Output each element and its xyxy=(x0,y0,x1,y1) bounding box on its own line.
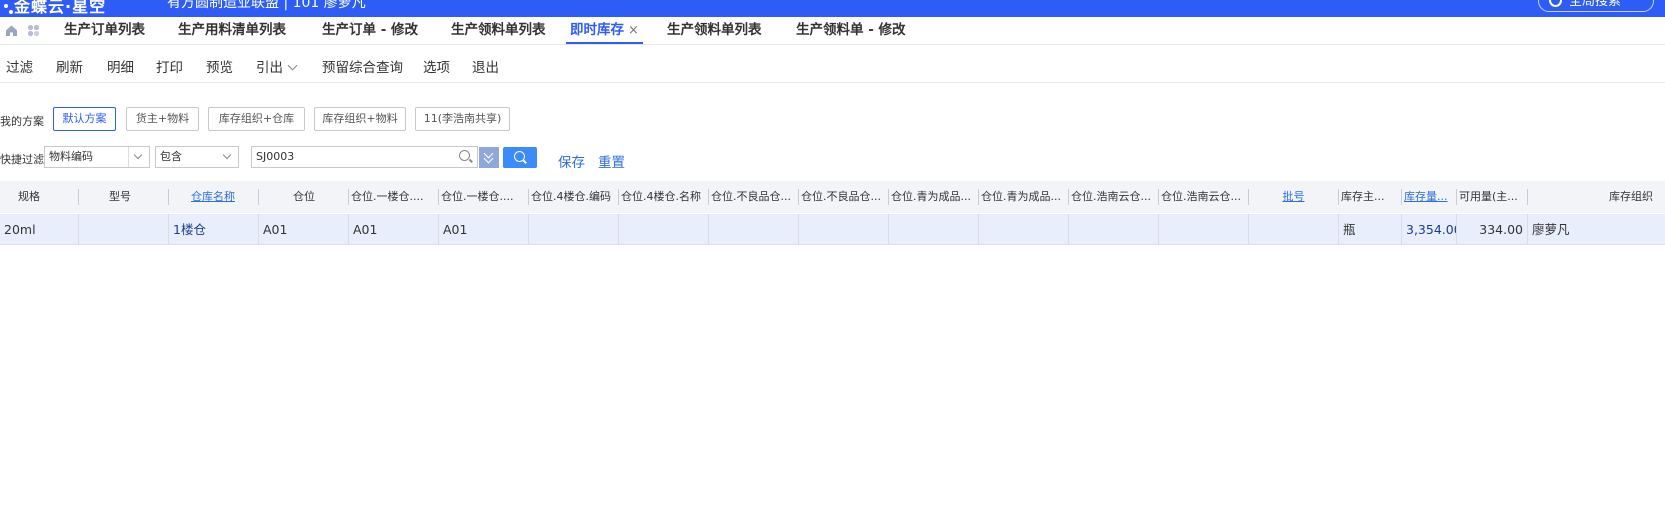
cell-location-1f-name: A01 xyxy=(443,222,468,237)
column-header[interactable]: 仓位.不良品仓... xyxy=(799,181,888,213)
column-header[interactable]: 仓位.不良品仓... xyxy=(709,181,798,213)
expand-icon[interactable] xyxy=(479,147,499,168)
cell-available-qty: 334.00 xyxy=(1479,222,1523,237)
filter-operator-select[interactable]: 包含 xyxy=(155,146,239,168)
options-button[interactable]: 选项 xyxy=(423,56,450,76)
chevron-down-icon xyxy=(287,60,298,71)
cell-spec: 20ml xyxy=(4,222,36,237)
refresh-button[interactable]: 刷新 xyxy=(56,56,83,76)
cell-location-1f-code: A01 xyxy=(353,222,378,237)
column-header[interactable]: 仓库名称 xyxy=(170,181,256,213)
scheme-org-warehouse[interactable]: 库存组织+仓库 xyxy=(208,107,305,131)
quick-filter-label: 快捷过滤 xyxy=(0,153,44,166)
tab-production-bom-list[interactable]: 生产用料清单列表 xyxy=(178,17,286,44)
save-button[interactable]: 保存 xyxy=(558,151,585,171)
column-header[interactable]: 仓位 xyxy=(260,181,348,213)
column-header[interactable]: 仓位.一楼仓.... xyxy=(349,181,438,213)
column-header[interactable]: 库存组织 xyxy=(1580,181,1655,213)
cell-location: A01 xyxy=(263,222,288,237)
top-brand-bar: 金蝶云·星空 有方圆制造业联盟 | 101 廖萝凡 全局搜索 xyxy=(0,0,1665,17)
cell-warehouse: 1楼仓 xyxy=(173,222,206,237)
preview-button[interactable]: 预览 xyxy=(206,56,233,76)
column-header[interactable]: 仓位.一楼仓.... xyxy=(439,181,528,213)
column-header[interactable]: 库存量... xyxy=(1402,181,1456,213)
filter-value-input[interactable]: SJ0003 xyxy=(251,146,478,168)
scheme-default[interactable]: 默认方案 xyxy=(53,107,116,131)
chevron-down-icon xyxy=(218,147,238,167)
filter-button[interactable]: 过滤 xyxy=(6,56,33,76)
close-icon[interactable]: × xyxy=(628,23,639,38)
column-header[interactable]: 仓位.青为成品... xyxy=(979,181,1068,213)
tab-material-requisition-edit[interactable]: 生产领料单 - 修改 xyxy=(796,17,906,44)
export-dropdown[interactable]: 引出 xyxy=(256,56,298,76)
grid-header: 规格 型号 仓库名称 仓位 仓位.一楼仓.... 仓位.一楼仓.... 仓位.4… xyxy=(0,181,1665,213)
logo-dot-icon xyxy=(9,10,13,14)
home-icon[interactable] xyxy=(5,24,18,37)
column-header[interactable]: 批号 xyxy=(1249,181,1338,213)
table-row[interactable]: 20ml 1楼仓 A01 A01 A01 瓶 3,354.00 334.00 廖… xyxy=(0,214,1665,245)
column-header[interactable]: 仓位.浩南云仓... xyxy=(1159,181,1248,213)
reserve-query-button[interactable]: 预留综合查询 xyxy=(322,56,403,76)
tab-inventory-label: 即时库存 xyxy=(570,22,624,38)
scheme-owner-material[interactable]: 货主+物料 xyxy=(126,107,199,131)
reset-button[interactable]: 重置 xyxy=(598,151,625,171)
column-header[interactable]: 规格 xyxy=(16,181,76,213)
brand-title: 金蝶云·星空 xyxy=(14,0,107,16)
tab-production-order-list[interactable]: 生产订单列表 xyxy=(64,17,145,44)
print-button[interactable]: 打印 xyxy=(156,56,183,76)
exit-button[interactable]: 退出 xyxy=(472,56,499,76)
cell-stock-org: 廖萝凡 xyxy=(1532,222,1570,237)
column-header[interactable]: 可用量(主... xyxy=(1457,181,1527,213)
column-header[interactable]: 型号 xyxy=(80,181,160,213)
tab-production-order-edit[interactable]: 生产订单 - 修改 xyxy=(322,17,418,44)
scheme-label: 我的方案 xyxy=(0,115,44,128)
search-icon[interactable] xyxy=(459,150,470,161)
column-header[interactable]: 仓位.青为成品... xyxy=(889,181,978,213)
column-header[interactable]: 仓位.浩南云仓... xyxy=(1069,181,1158,213)
column-header[interactable]: 库存主... xyxy=(1339,181,1401,213)
export-label: 引出 xyxy=(256,60,283,76)
tab-material-requisition-list[interactable]: 生产领料单列表 xyxy=(451,17,546,44)
quick-filter-row: 快捷过滤 物料编码 包含 SJ0003 保存 重置 xyxy=(0,146,1665,171)
filter-field-select[interactable]: 物料编码 xyxy=(44,146,150,168)
cell-model xyxy=(79,214,168,245)
cell-stock-qty: 3,354.00 xyxy=(1406,222,1456,237)
scheme-org-material[interactable]: 库存组织+物料 xyxy=(314,107,406,131)
scheme-shared[interactable]: 11(李浩南共享) xyxy=(415,107,510,131)
search-button[interactable] xyxy=(503,147,537,168)
toolbar: 过滤 刷新 明细 打印 预览 引出 预留综合查询 选项 退出 xyxy=(0,45,1665,83)
logo-dot-icon xyxy=(4,4,8,8)
tab-strip: 生产订单列表 生产用料清单列表 生产订单 - 修改 生产领料单列表 即时库存 × … xyxy=(0,17,1665,45)
detail-button[interactable]: 明细 xyxy=(107,56,134,76)
chevron-down-icon xyxy=(128,147,149,167)
search-icon xyxy=(1549,0,1562,7)
global-search[interactable]: 全局搜索 xyxy=(1538,0,1654,12)
column-header[interactable]: 仓位.4楼仓.名称 xyxy=(619,181,708,213)
tab-inventory[interactable]: 即时库存 × xyxy=(566,17,643,44)
org-selector[interactable]: 有方圆制造业联盟 | 101 廖萝凡 xyxy=(167,0,366,12)
filter-operator-value: 包含 xyxy=(160,150,182,163)
column-header[interactable]: 仓位.4楼仓.编码 xyxy=(529,181,618,213)
scheme-row: 我的方案 默认方案 货主+物料 库存组织+仓库 库存组织+物料 11(李浩南共享… xyxy=(0,107,1665,133)
tab-material-requisition-list-2[interactable]: 生产领料单列表 xyxy=(667,17,762,44)
filter-field-value: 物料编码 xyxy=(49,150,93,163)
global-search-label: 全局搜索 xyxy=(1569,0,1622,9)
cell-unit: 瓶 xyxy=(1343,222,1356,237)
search-icon xyxy=(514,151,525,162)
apps-grid-icon[interactable] xyxy=(27,24,40,37)
